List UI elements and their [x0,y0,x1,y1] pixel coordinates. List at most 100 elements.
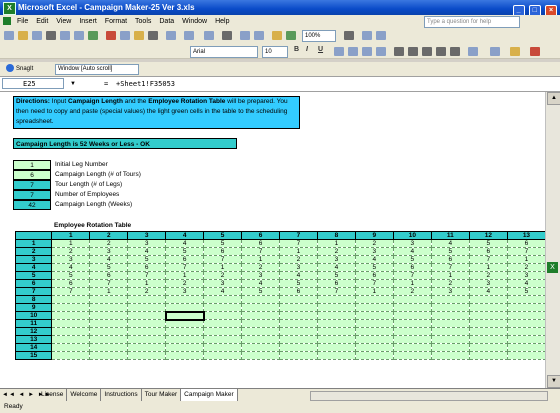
table-cell[interactable] [468,295,508,304]
table-cell[interactable] [241,327,280,336]
borders-icon[interactable] [490,47,500,56]
table-cell[interactable] [430,295,470,304]
formula-input[interactable]: +Sheet1!F35053 [116,77,175,91]
help-search-input[interactable]: Type a question for help [424,16,520,28]
table-cell[interactable] [316,327,356,336]
snagit-window-select[interactable]: Window [Auto scroll] [55,64,139,75]
hyperlink-icon[interactable] [204,31,214,40]
table-cell[interactable]: 6 [468,247,508,256]
menu-item-format[interactable]: Format [101,15,131,28]
name-box-dropdown-icon[interactable]: ▼ [70,77,76,91]
table-cell[interactable]: 1 [51,239,91,248]
table-cell[interactable] [279,351,318,360]
table-cell[interactable] [430,303,470,312]
table-cell[interactable]: 3 [316,255,356,264]
param-value-cell[interactable]: 6 [13,170,51,180]
table-cell[interactable]: 3 [241,271,280,280]
table-cell[interactable] [506,295,546,304]
table-cell[interactable]: 1 [506,255,546,264]
align-center-icon[interactable] [376,31,386,40]
scroll-up-arrow-icon[interactable]: ▲ [547,92,560,105]
param-value-cell[interactable]: 7 [13,190,51,200]
name-box[interactable]: E25 [2,78,64,89]
table-cell[interactable]: 7 [506,247,546,256]
undo-icon[interactable] [166,31,176,40]
table-cell[interactable]: 5 [127,255,167,264]
table-cell[interactable] [279,311,318,320]
table-cell[interactable] [51,295,91,304]
table-cell[interactable]: 3 [430,287,470,296]
open-icon[interactable] [18,31,28,40]
table-cell[interactable] [165,303,205,312]
table-cell[interactable] [506,319,546,328]
table-cell[interactable]: 1 [316,239,356,248]
table-cell[interactable]: 2 [506,263,546,272]
table-cell[interactable] [127,319,167,328]
table-cell[interactable] [89,311,129,320]
table-cell[interactable] [316,335,356,344]
menu-item-data[interactable]: Data [155,15,178,28]
table-cell[interactable]: 4 [279,271,318,280]
table-cell[interactable] [127,351,167,360]
decrease-decimal-icon[interactable] [450,47,460,56]
table-cell[interactable]: 1 [468,263,508,272]
table-cell[interactable] [279,343,318,352]
spelling-icon[interactable] [88,31,98,40]
menu-item-insert[interactable]: Insert [75,15,101,28]
table-cell[interactable]: 4 [468,287,508,296]
table-cell[interactable] [430,327,470,336]
table-cell[interactable]: 7 [165,263,205,272]
table-cell[interactable] [127,311,167,320]
fill-color-icon[interactable] [510,47,520,56]
redo-icon[interactable] [184,31,194,40]
table-cell[interactable] [354,351,394,360]
table-cell[interactable] [127,335,167,344]
menu-item-file[interactable]: File [13,15,32,28]
table-cell[interactable]: 5 [165,247,205,256]
italic-button[interactable]: I [306,46,308,53]
table-cell[interactable] [203,327,243,336]
table-cell[interactable]: 3 [127,239,167,248]
permission-icon[interactable] [46,31,56,40]
sort-ascending-icon[interactable] [240,31,250,40]
table-cell[interactable] [89,319,129,328]
table-cell[interactable] [165,343,205,352]
table-cell[interactable]: 1 [127,279,167,288]
table-cell[interactable]: 1 [354,287,394,296]
table-cell[interactable] [392,327,432,336]
table-cell[interactable]: 7 [354,279,394,288]
table-cell[interactable] [468,311,508,320]
table-cell[interactable] [392,295,432,304]
table-cell[interactable] [203,335,243,344]
table-cell[interactable] [241,351,280,360]
table-cell[interactable]: 3 [506,271,546,280]
table-cell[interactable] [203,319,243,328]
increase-decimal-icon[interactable] [436,47,446,56]
table-cell[interactable]: 3 [468,279,508,288]
table-cell[interactable]: 7 [127,271,167,280]
param-value-cell[interactable]: 7 [13,180,51,190]
table-cell[interactable] [51,319,91,328]
sheet-tab-tour-maker[interactable]: Tour Maker [142,389,182,401]
table-cell[interactable]: 6 [127,263,167,272]
table-cell[interactable] [430,319,470,328]
table-cell[interactable]: 4 [89,255,129,264]
table-cell[interactable]: 6 [430,255,470,264]
table-cell[interactable] [392,343,432,352]
table-cell[interactable]: 2 [392,287,432,296]
table-cell[interactable]: 2 [165,279,205,288]
table-cell[interactable] [241,303,280,312]
comma-icon[interactable] [422,47,432,56]
table-cell[interactable] [51,351,91,360]
table-cell[interactable] [89,343,129,352]
format-painter-icon[interactable] [148,31,158,40]
table-cell[interactable] [316,351,356,360]
table-cell[interactable]: 6 [506,239,546,248]
table-cell[interactable]: 1 [203,263,243,272]
table-cell[interactable]: 7 [392,271,432,280]
table-cell[interactable] [506,311,546,320]
table-cell[interactable] [430,343,470,352]
table-cell[interactable] [89,303,129,312]
table-cell[interactable] [89,327,129,336]
table-cell[interactable]: 3 [392,239,432,248]
